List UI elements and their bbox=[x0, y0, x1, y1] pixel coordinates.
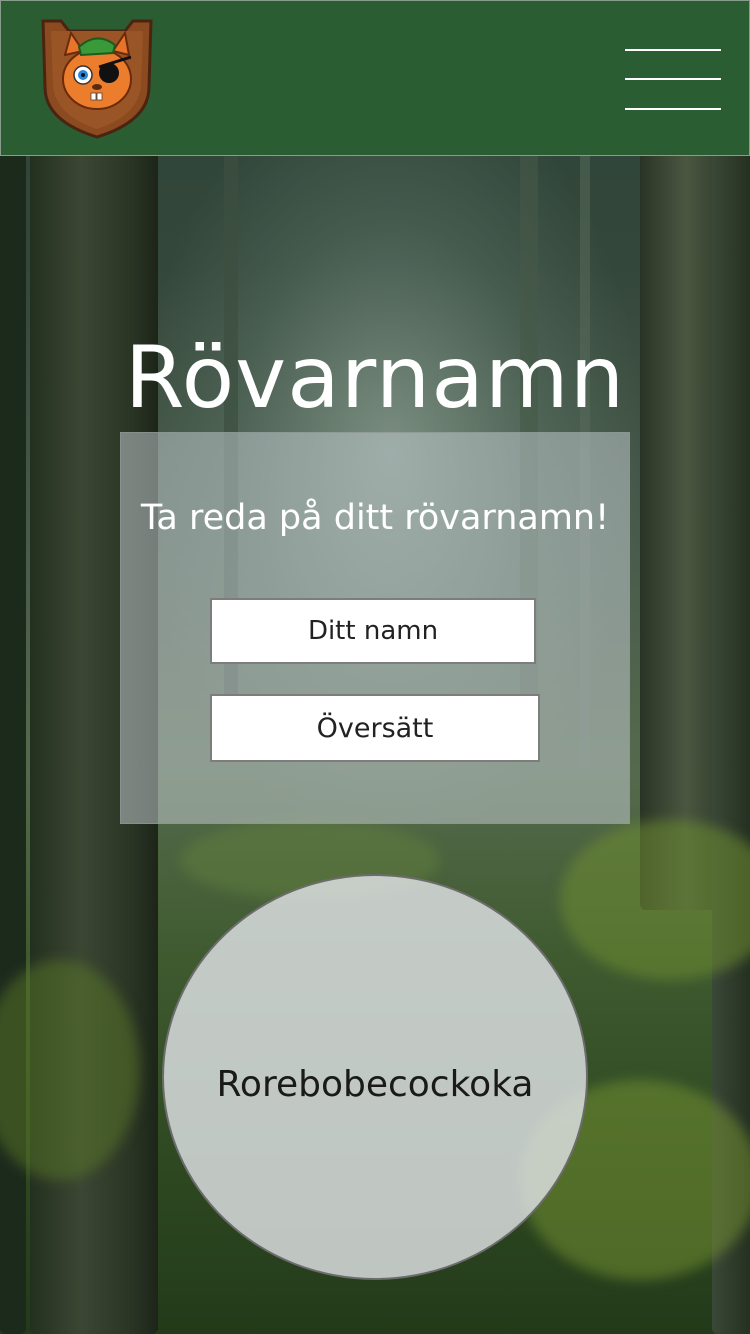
card-prompt: Ta reda på ditt rövarnamn! bbox=[140, 498, 610, 538]
hamburger-menu-icon bbox=[625, 49, 721, 51]
page-title: Rövarnamn bbox=[124, 327, 626, 428]
translate-button[interactable]: Översätt bbox=[210, 694, 540, 762]
squirrel-logo-icon[interactable] bbox=[39, 17, 155, 141]
result-text: Rorebobecockoka bbox=[216, 1064, 534, 1105]
name-input-field[interactable] bbox=[210, 598, 536, 664]
moss-patch bbox=[560, 820, 750, 980]
hamburger-menu-icon bbox=[625, 78, 721, 80]
hamburger-menu-button[interactable] bbox=[625, 47, 721, 113]
header-bar bbox=[0, 0, 750, 156]
hamburger-menu-icon bbox=[625, 108, 721, 110]
